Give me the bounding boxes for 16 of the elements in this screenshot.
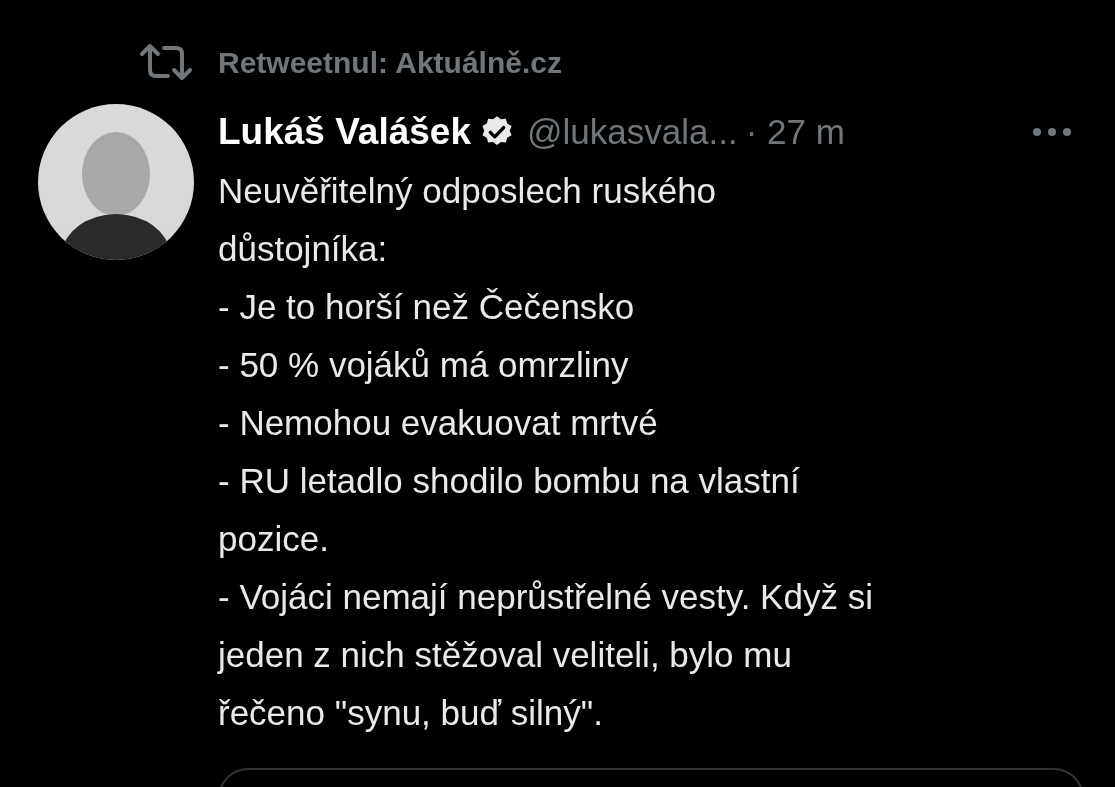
tweet-text-line: - Je to horší než Čečensko — [218, 286, 636, 328]
author-handle[interactable]: @lukasvala... — [527, 105, 738, 159]
more-icon[interactable] — [1032, 127, 1072, 137]
tweet-text-line: řečeno "synu, buď silný". — [218, 692, 604, 734]
author-name[interactable]: Lukáš Valášek — [218, 104, 472, 160]
tweet-text-line: - Nemohou evakuovat mrtvé — [218, 402, 659, 444]
tweet-text-line: jeden z nich stěžoval veliteli, bylo mu — [218, 634, 793, 676]
tweet-text-line: pozice. — [218, 518, 330, 560]
retweet-icon — [138, 42, 194, 82]
tweet-text-line: - Vojáci nemají neprůstřelné vesty. Když si — [218, 576, 874, 618]
tweet-text-line: důstojníka: — [218, 228, 389, 270]
tweet-text-line: - RU letadlo shodilo bombu na vlastní — [218, 460, 801, 502]
tweet-time[interactable]: · 27 m — [745, 105, 845, 159]
retweet-label: Retweetnul: Aktuálně.cz — [218, 44, 562, 81]
tweet-text-line: Neuvěřitelný odposlech ruského — [218, 170, 718, 212]
tweet-text-line: - 50 % vojáků má omrzliny — [218, 344, 630, 386]
